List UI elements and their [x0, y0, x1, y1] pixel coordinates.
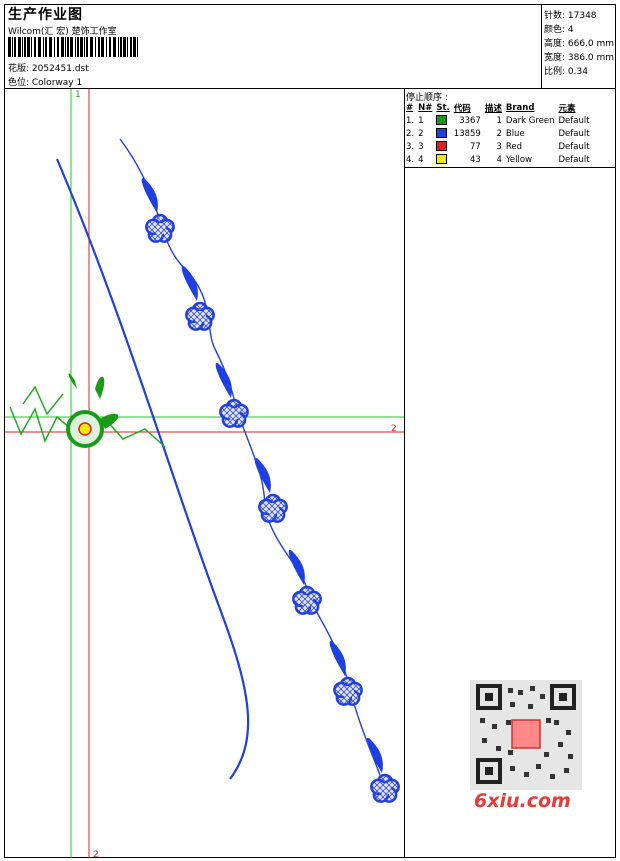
cell-st: 3367 — [459, 115, 481, 126]
cell-st: 77 — [470, 141, 481, 152]
flower-1 — [145, 213, 175, 243]
page-title: 生产作业图 — [8, 7, 83, 23]
column-header: 描述 — [484, 104, 502, 114]
cell-desc: Yellow — [505, 154, 533, 165]
guide-label-red-bottom: 2 — [93, 850, 99, 858]
cell-num: 1. — [406, 115, 415, 126]
cell-num: 4. — [406, 154, 415, 165]
panel-divider — [404, 88, 405, 858]
cell-desc: Red — [505, 141, 523, 152]
watermark-logo: 6xiu.com — [474, 790, 571, 812]
long-stem — [55, 158, 250, 780]
cell-st: 43 — [470, 154, 481, 165]
column-header: St. — [436, 103, 450, 113]
table-bottom-line — [404, 167, 616, 168]
stats-divider — [541, 4, 542, 88]
column-header: 元素 — [558, 104, 576, 114]
stop-sequence-table: # N# St. 代码 描述 Brand 元素 1. 1 3367 1 Dark Green Defa… — [404, 102, 592, 166]
flower-3 — [219, 398, 249, 428]
design-width: 宽度: 386.0 mm — [544, 53, 615, 63]
table-row[interactable]: 4. 4 43 4 Yellow Default — [404, 153, 592, 166]
barcode — [8, 37, 138, 57]
leaf-5 — [288, 550, 305, 585]
color-swatch-cell — [434, 114, 451, 127]
guide-label-green: 1 — [75, 90, 81, 100]
design-file: 花版: 2052451.dst — [8, 64, 89, 74]
cell-code: 2 — [496, 128, 502, 139]
column-header: # — [406, 103, 414, 113]
flower-4 — [258, 493, 288, 523]
cell-brand: Default — [558, 115, 590, 126]
cell-n: 1 — [418, 115, 424, 126]
cell-code: 1 — [496, 115, 502, 126]
flower-7 — [370, 773, 400, 803]
guide-lines: 1 2 2 — [5, 89, 404, 858]
color-swatch — [436, 154, 448, 165]
qr-pattern — [476, 684, 576, 784]
leaf-6 — [329, 641, 346, 676]
table-row[interactable]: 3. 3 77 3 Red Default — [404, 140, 592, 153]
column-header: Brand — [505, 103, 535, 113]
color-swatch — [436, 128, 448, 139]
cell-n: 4 — [418, 154, 424, 165]
leaf-1 — [141, 178, 158, 213]
flower-5 — [292, 585, 322, 615]
embroidery-canvas[interactable]: 1 2 2 — [5, 89, 404, 858]
cell-desc: Blue — [505, 128, 525, 139]
table-row[interactable]: 2. 2 13859 2 Blue Default — [404, 127, 592, 140]
leaf-7 — [366, 738, 383, 773]
color-swatch — [436, 141, 448, 152]
cell-brand: Default — [558, 141, 590, 152]
flower-6 — [333, 676, 363, 706]
cell-st: 13859 — [453, 128, 481, 139]
cell-n: 3 — [418, 141, 424, 152]
table-header-row: # N# St. 代码 描述 Brand 元素 — [404, 102, 592, 114]
cell-brand: Default — [558, 154, 590, 165]
design-height: 高度: 666.0 mm — [544, 39, 615, 49]
guide-label-red: 2 — [391, 424, 397, 434]
cell-num: 3. — [406, 141, 415, 152]
qr-code — [470, 680, 582, 790]
cell-n: 2 — [418, 128, 424, 139]
cell-desc: Dark Green — [505, 115, 555, 126]
flower-2 — [185, 301, 215, 331]
studio-name: Wilcom(汇 宏) 楚饰工作室 — [8, 27, 117, 37]
color-swatch — [436, 115, 448, 126]
cell-code: 3 — [496, 141, 502, 152]
table-row[interactable]: 1. 1 3367 1 Dark Green Default — [404, 114, 592, 127]
stamp-icon — [511, 719, 541, 749]
design-scale: 比例: 0.34 — [544, 67, 588, 77]
column-header: 代码 — [453, 104, 471, 114]
blue-flower-vine — [119, 138, 400, 803]
cell-brand: Default — [558, 128, 590, 139]
color-swatch-cell — [434, 127, 451, 140]
color-swatch-cell — [434, 140, 451, 153]
leaf-2 — [181, 266, 198, 301]
column-header: N# — [418, 103, 433, 113]
cell-num: 2. — [406, 128, 415, 139]
color-swatch-cell — [434, 153, 451, 166]
color-count: 颜色: 4 — [544, 25, 574, 35]
stitch-count: 针数: 17348 — [544, 11, 597, 21]
cell-code: 4 — [496, 154, 502, 165]
colorway-label: 色位: Colorway 1 — [8, 78, 83, 88]
